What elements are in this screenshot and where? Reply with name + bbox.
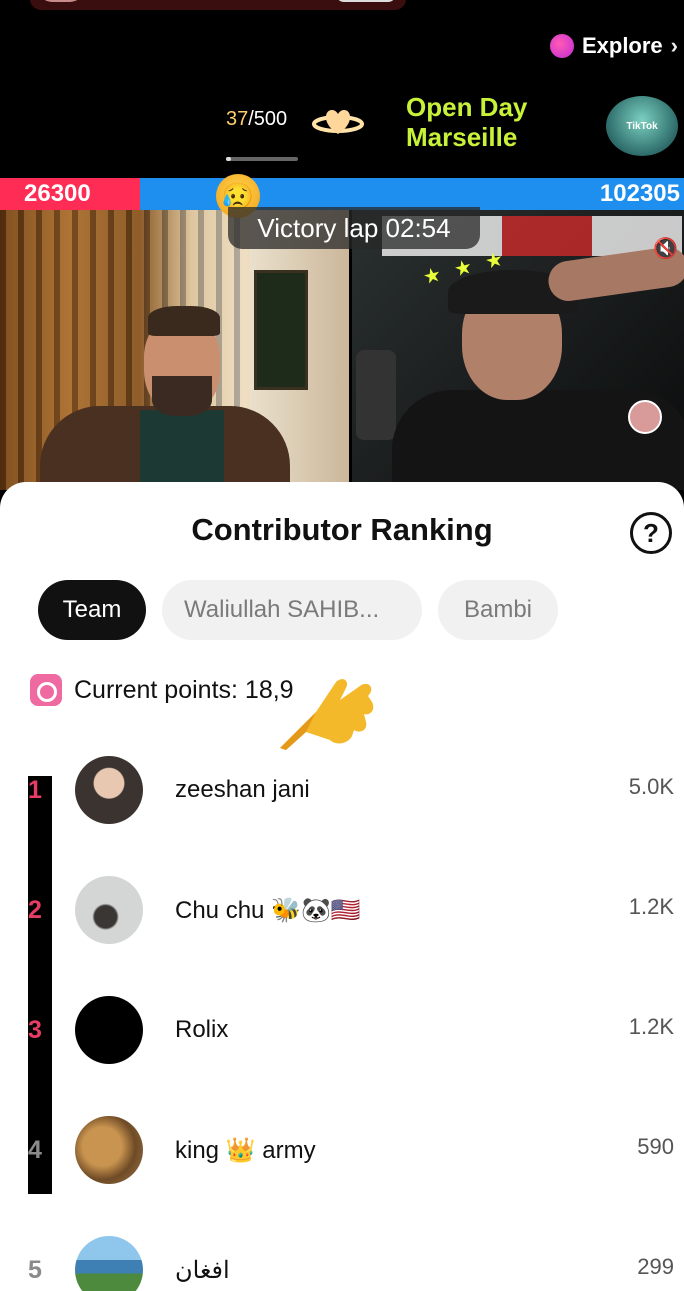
user-score: 1.2K [628, 1014, 674, 1039]
user-name[interactable]: king 👑 army [175, 1136, 316, 1165]
planet-heart-icon [312, 110, 364, 134]
tab-bambi[interactable]: Bambi [438, 580, 558, 640]
explore-dot-icon [549, 34, 574, 58]
goal-total: /500 [248, 108, 288, 130]
ranking-row[interactable]: 5 افغان 299 [0, 1212, 684, 1291]
explore-label: Explore [581, 33, 663, 58]
event-title-line1: Open Day [406, 92, 528, 122]
event-badge-text: TikTok [626, 120, 658, 132]
current-points: Current points: 18,9 [30, 674, 294, 706]
current-points-label: Current points: 18,9 [74, 675, 294, 704]
rank-number: 4 [28, 1136, 42, 1164]
ranking-row[interactable]: 2 Chu chu 🐝🐼🇺🇸 1.2K [0, 852, 684, 1074]
goal-current: 37 [226, 108, 249, 130]
user-score: 5.0K [628, 774, 674, 799]
event-title-line2: Marseille [406, 122, 518, 152]
ranking-row[interactable]: 1 zeeshan jani 5.0K [0, 732, 684, 954]
goal-progress-bar [226, 157, 298, 161]
battle-video-area[interactable]: ★★★ 🔇 [0, 210, 684, 496]
microphone [356, 350, 396, 440]
live-header: Explore › 37/500 Open Day Marseille TikT… [0, 0, 684, 178]
avatar[interactable] [75, 876, 143, 944]
host-video-left[interactable] [0, 210, 349, 496]
event-badge-tiktok[interactable]: TikTok [606, 96, 678, 156]
battle-right-score: 102305 [599, 180, 680, 207]
alarm-clock-icon [30, 674, 62, 706]
chevron-right-icon: › [670, 33, 678, 58]
host-info-pill[interactable] [30, 0, 406, 10]
user-score: 299 [637, 1254, 674, 1279]
battle-score-bar: 26300 102305 [0, 178, 684, 210]
user-name[interactable]: Chu chu 🐝🐼🇺🇸 [175, 896, 361, 925]
host-avatar [38, 0, 84, 2]
contributor-ranking-sheet: Contributor Ranking ? Team Waliullah SAH… [0, 482, 684, 1291]
rank-number: 5 [28, 1256, 42, 1284]
host-person-left [40, 306, 290, 496]
tab-team[interactable]: Team [38, 580, 146, 640]
avatar[interactable] [75, 1116, 143, 1184]
user-name[interactable]: افغان [175, 1256, 230, 1285]
user-score: 590 [637, 1134, 674, 1159]
victory-lap-timer: Victory lap 02:54 [228, 207, 480, 249]
user-score: 1.2K [628, 894, 674, 919]
avatar[interactable] [75, 756, 143, 824]
avatar[interactable] [75, 996, 143, 1064]
ranking-list: 1 zeeshan jani 5.0K 2 Chu chu 🐝🐼🇺🇸 1.2K … [0, 732, 684, 1291]
tab-waliullah[interactable]: Waliullah SAHIB... [162, 580, 422, 640]
ranking-row[interactable]: 3 Rolix 1.2K [0, 972, 684, 1194]
ranking-row[interactable]: 4 king 👑 army 590 [0, 1092, 684, 1212]
ranking-tabs: Team Waliullah SAHIB... Bambi [38, 580, 558, 640]
avatar[interactable] [75, 1236, 143, 1291]
follow-button[interactable] [336, 0, 396, 2]
user-name[interactable]: zeeshan jani [175, 776, 310, 804]
event-title[interactable]: Open Day Marseille [406, 92, 527, 152]
help-icon[interactable]: ? [630, 512, 672, 554]
explore-button[interactable]: Explore › [549, 30, 678, 62]
guest-avatar[interactable] [628, 400, 662, 434]
opponent-video-right[interactable]: ★★★ 🔇 [352, 210, 684, 490]
goal-counter[interactable]: 37/500 [226, 108, 287, 131]
mute-icon[interactable]: 🔇 [653, 236, 678, 261]
user-name[interactable]: Rolix [175, 1016, 228, 1044]
sheet-title: Contributor Ranking [191, 512, 493, 547]
battle-left-score: 26300 [24, 180, 91, 207]
goal-progress-fill [226, 157, 232, 161]
